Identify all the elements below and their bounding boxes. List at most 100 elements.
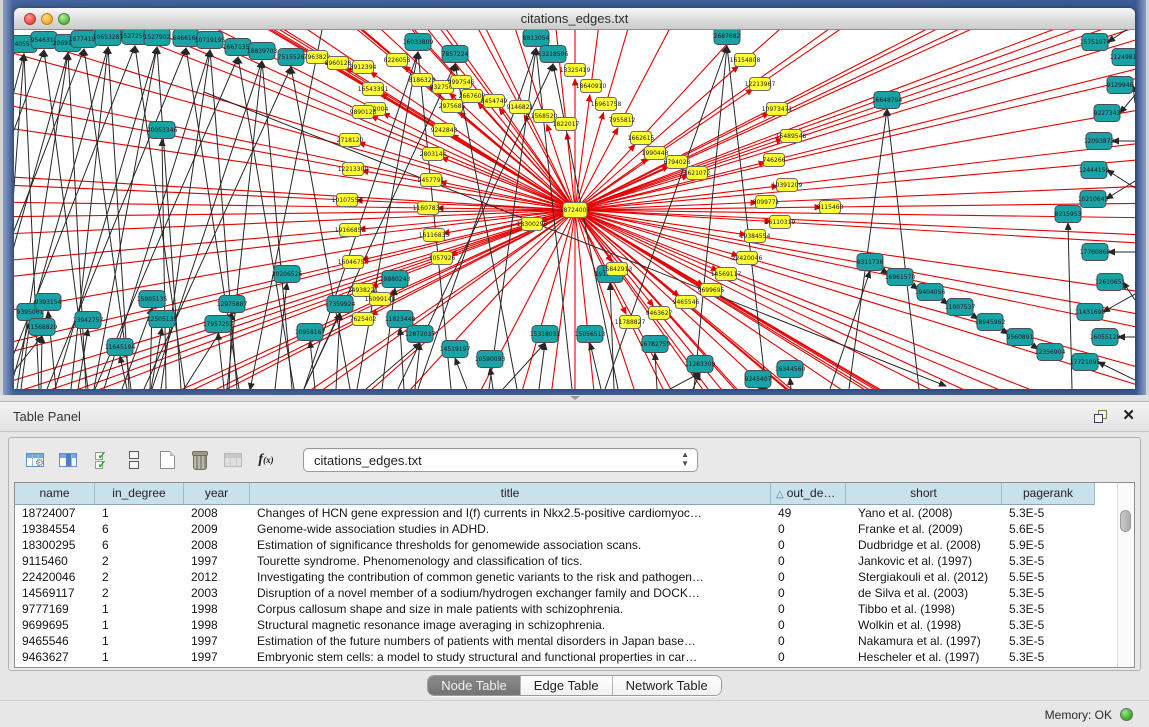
table-row[interactable]: 969969511998Structural magnetic resonanc…	[15, 617, 1134, 633]
function-builder-button[interactable]: f(x)	[252, 447, 280, 473]
table-cell[interactable]: 1998	[184, 601, 250, 617]
table-cell[interactable]: 2	[95, 553, 184, 569]
column-header-name[interactable]: name	[15, 483, 95, 505]
table-cell[interactable]: Structural magnetic resonance image aver…	[250, 617, 771, 633]
table-cell[interactable]: 1998	[184, 617, 250, 633]
graph-edge[interactable]	[755, 236, 1135, 365]
table-cell[interactable]: 9699695	[15, 617, 95, 633]
table-row[interactable]: 2242004622012Investigating the contribut…	[15, 569, 1134, 585]
float-panel-icon[interactable]	[1094, 410, 1107, 423]
table-cell[interactable]: 1	[95, 617, 184, 633]
table-cell[interactable]: 9115460	[15, 553, 95, 569]
table-cell[interactable]: Genome-wide association studies in ADHD.	[250, 521, 771, 537]
table-cell[interactable]: 1997	[184, 633, 250, 649]
table-cell[interactable]: Jankovic et al. (1997)	[846, 553, 1002, 569]
table-cell[interactable]: 9465546	[15, 633, 95, 649]
table-cell[interactable]: 0	[771, 617, 846, 633]
table-cell[interactable]: 6	[95, 521, 184, 537]
table-cell[interactable]: Investigating the contribution of common…	[250, 569, 771, 585]
table-cell[interactable]: 0	[771, 569, 846, 585]
table-cell[interactable]: 1	[95, 505, 184, 521]
graph-edge[interactable]	[152, 61, 262, 389]
graph-edge[interactable]	[310, 341, 315, 389]
table-cell[interactable]: 1997	[184, 649, 250, 665]
table-cell[interactable]: 5.3E-5	[1002, 585, 1095, 601]
table-cell[interactable]: de Silva et al. (2003)	[846, 585, 1002, 601]
table-cell[interactable]: 6	[95, 537, 184, 553]
merge-rows-button[interactable]	[120, 447, 148, 473]
graph-edge[interactable]	[1103, 294, 1135, 312]
table-row[interactable]: 1456911722003Disruption of a novel membe…	[15, 585, 1134, 601]
table-row[interactable]: 911546021997Tourette syndrome. Phenomeno…	[15, 553, 1134, 569]
graph-edge[interactable]	[455, 358, 467, 389]
table-row[interactable]: 946362711997Embryonic stem cells: a mode…	[15, 649, 1134, 665]
delete-table-button[interactable]	[186, 447, 214, 473]
table-cell[interactable]: 0	[771, 521, 846, 537]
close-panel-icon[interactable]: ✕	[1122, 407, 1135, 425]
table-cell[interactable]: 2	[95, 569, 184, 585]
new-table-button[interactable]	[153, 447, 181, 473]
graph-edge[interactable]	[849, 109, 887, 389]
table-cell[interactable]: 2	[95, 585, 184, 601]
column-header-pagerank[interactable]: pagerank	[1002, 483, 1095, 505]
graph-edge[interactable]	[227, 61, 262, 389]
table-cell[interactable]: 14569117	[15, 585, 95, 601]
table-cell[interactable]: 0	[771, 649, 846, 665]
table-cell[interactable]: 2009	[184, 521, 250, 537]
table-cell[interactable]: Stergiakouli et al. (2012)	[846, 569, 1002, 585]
graph-edge[interactable]	[655, 353, 657, 389]
table-cell[interactable]: Changes of HCN gene expression and I(f) …	[250, 505, 771, 521]
graph-edge[interactable]	[1106, 181, 1135, 199]
table-cell[interactable]: 2003	[184, 585, 250, 601]
graph-edge[interactable]	[727, 46, 766, 389]
graph-edge[interactable]	[575, 30, 1135, 210]
table-cell[interactable]: 0	[771, 585, 846, 601]
table-cell[interactable]: 1	[95, 633, 184, 649]
table-row[interactable]: 1872400712008Changes of HCN gene express…	[15, 505, 1134, 521]
table-cell[interactable]: Embryonic stem cells: a model to study s…	[250, 649, 771, 665]
table-cell[interactable]: 5.5E-5	[1002, 569, 1095, 585]
table-row[interactable]: 977716911998Corpus callosum shape and si…	[15, 601, 1134, 617]
graph-edge[interactable]	[622, 30, 1039, 120]
column-header-year[interactable]: year	[184, 483, 250, 505]
table-cell[interactable]: Nakamura et al. (1997)	[846, 633, 1002, 649]
graph-edge[interactable]	[575, 53, 1135, 210]
graph-edge[interactable]	[539, 343, 545, 389]
column-header-short[interactable]: short	[846, 483, 1002, 505]
select-columns-button[interactable]: ✓ ✓	[87, 447, 115, 473]
tab-node-table[interactable]: Node Table	[428, 676, 521, 695]
graph-edge[interactable]	[591, 30, 706, 86]
graph-edge[interactable]	[383, 113, 575, 210]
table-source-dropdown[interactable]: citations_edges.txt ▲▼	[303, 448, 698, 472]
column-header-out_de[interactable]: △out_de…	[771, 483, 846, 505]
table-row[interactable]: 946554611997Estimation of the future num…	[15, 633, 1134, 649]
graph-edge[interactable]	[887, 109, 919, 389]
table-cell[interactable]: 5.3E-5	[1002, 649, 1095, 665]
table-cell[interactable]: 5.6E-5	[1002, 521, 1095, 537]
table-cell[interactable]: 18300295	[15, 537, 95, 553]
window-titlebar[interactable]: citations_edges.txt	[14, 8, 1135, 30]
graph-edge[interactable]	[14, 210, 575, 221]
graph-edge[interactable]	[575, 95, 590, 210]
table-cell[interactable]: Estimation of the future numbers of pati…	[250, 633, 771, 649]
table-cell[interactable]: 5.9E-5	[1002, 537, 1095, 553]
table-vertical-scrollbar[interactable]	[1117, 483, 1134, 667]
table-cell[interactable]: 22420046	[15, 569, 95, 585]
table-cell[interactable]: 0	[771, 601, 846, 617]
graph-edge[interactable]	[14, 224, 532, 389]
table-cell[interactable]: 5.3E-5	[1002, 553, 1095, 569]
graph-edge[interactable]	[670, 373, 700, 389]
table-cell[interactable]: Hescheler et al. (1997)	[846, 649, 1002, 665]
graph-edge[interactable]	[14, 54, 24, 389]
table-cell[interactable]: Estimation of significance thresholds fo…	[250, 537, 771, 553]
scrollbar-thumb[interactable]	[1120, 510, 1131, 532]
table-cell[interactable]: 1	[95, 601, 184, 617]
table-cell[interactable]: 5.3E-5	[1002, 633, 1095, 649]
table-cell[interactable]: Disruption of a novel member of a sodium…	[250, 585, 771, 601]
graph-edge[interactable]	[745, 30, 1135, 60]
graph-edge[interactable]	[790, 378, 791, 389]
table-cell[interactable]: Dudbridge et al. (2008)	[846, 537, 1002, 553]
graph-edge[interactable]	[575, 210, 1135, 222]
memory-ok-indicator-icon[interactable]	[1120, 708, 1133, 721]
network-canvas[interactable]: 2405572954631520691406167741971065328715…	[14, 30, 1135, 389]
